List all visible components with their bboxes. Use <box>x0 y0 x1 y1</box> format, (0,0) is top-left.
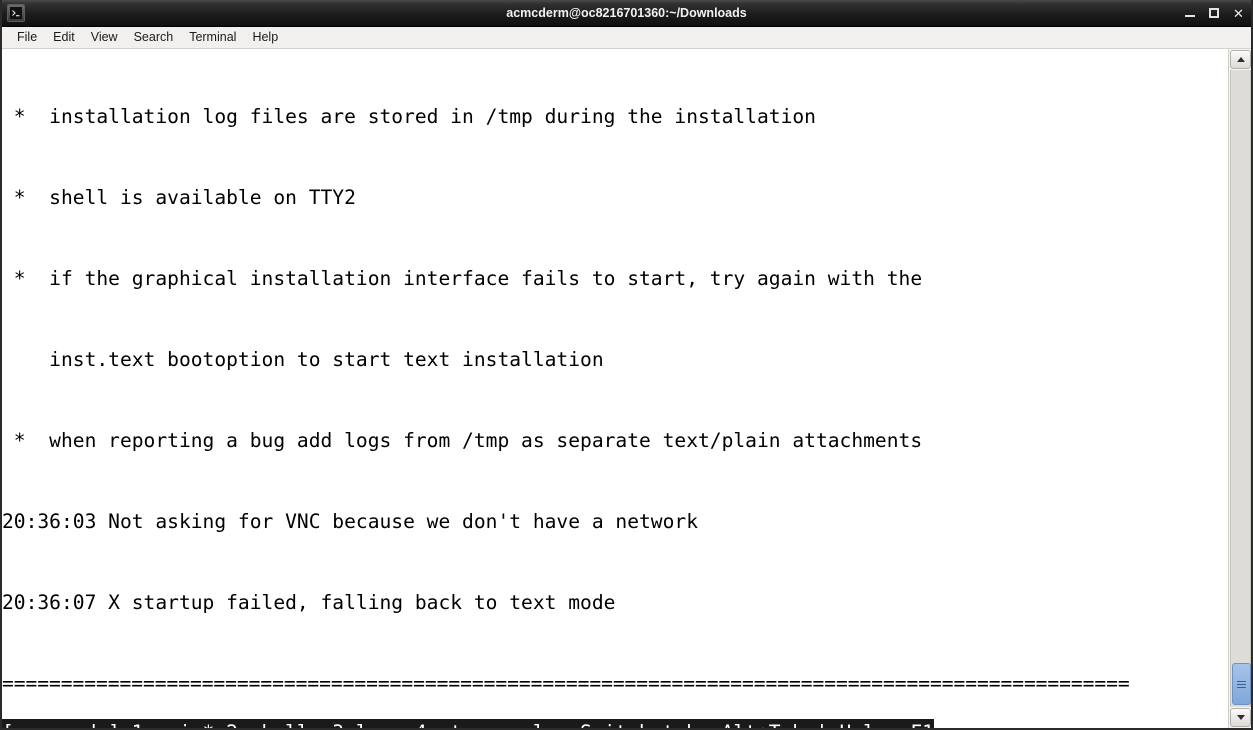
minimize-button[interactable] <box>1184 7 1197 20</box>
terminal-window: acmcderm@oc8216701360:~/Downloads ✕ File… <box>0 0 1253 730</box>
window-titlebar[interactable]: acmcderm@oc8216701360:~/Downloads ✕ <box>2 0 1251 27</box>
menu-help[interactable]: Help <box>244 29 286 46</box>
menu-search[interactable]: Search <box>126 29 182 46</box>
divider-rule-top: ========================================… <box>2 672 1130 695</box>
menu-file[interactable]: File <box>9 29 45 46</box>
chevron-down-icon <box>1236 715 1245 720</box>
scrollbar-thumb[interactable] <box>1232 663 1251 705</box>
grip-line <box>1237 683 1246 685</box>
terminal-line: inst.text bootoption to start text insta… <box>2 348 604 371</box>
terminal-icon <box>7 4 25 22</box>
close-button[interactable]: ✕ <box>1232 7 1245 20</box>
terminal-screen[interactable]: * installation log files are stored in /… <box>2 49 1228 728</box>
terminal-log-line: 20:36:03 Not asking for VNC because we d… <box>2 510 698 533</box>
vertical-scrollbar[interactable] <box>1228 49 1251 728</box>
grip-line <box>1237 686 1246 688</box>
terminal-line: * installation log files are stored in /… <box>2 105 816 128</box>
scroll-up-button[interactable] <box>1230 50 1251 69</box>
menu-edit[interactable]: Edit <box>45 29 83 46</box>
anaconda-status-bar: [anaconda] 1:main* 2:shell 3:log 4:stora… <box>2 719 934 728</box>
maximize-button[interactable] <box>1208 7 1221 20</box>
terminal-log-line: 20:36:07 X startup failed, falling back … <box>2 591 616 614</box>
terminal-line: * shell is available on TTY2 <box>2 186 356 209</box>
terminal-line: * when reporting a bug add logs from /tm… <box>2 429 923 452</box>
close-icon: ✕ <box>1233 5 1244 21</box>
menubar: File Edit View Search Terminal Help <box>2 27 1251 49</box>
scrollbar-trough[interactable] <box>1230 70 1251 707</box>
menu-view[interactable]: View <box>83 29 126 46</box>
terminal-area: * installation log files are stored in /… <box>2 49 1251 728</box>
scroll-down-button[interactable] <box>1230 708 1251 727</box>
chevron-up-icon <box>1236 57 1245 62</box>
terminal-line: * if the graphical installation interfac… <box>2 267 923 290</box>
menu-terminal[interactable]: Terminal <box>181 29 244 46</box>
window-title: acmcderm@oc8216701360:~/Downloads <box>506 6 747 20</box>
terminal-text-buffer: * installation log files are stored in /… <box>2 49 1130 728</box>
window-controls: ✕ <box>1184 0 1245 26</box>
grip-line <box>1237 680 1246 682</box>
